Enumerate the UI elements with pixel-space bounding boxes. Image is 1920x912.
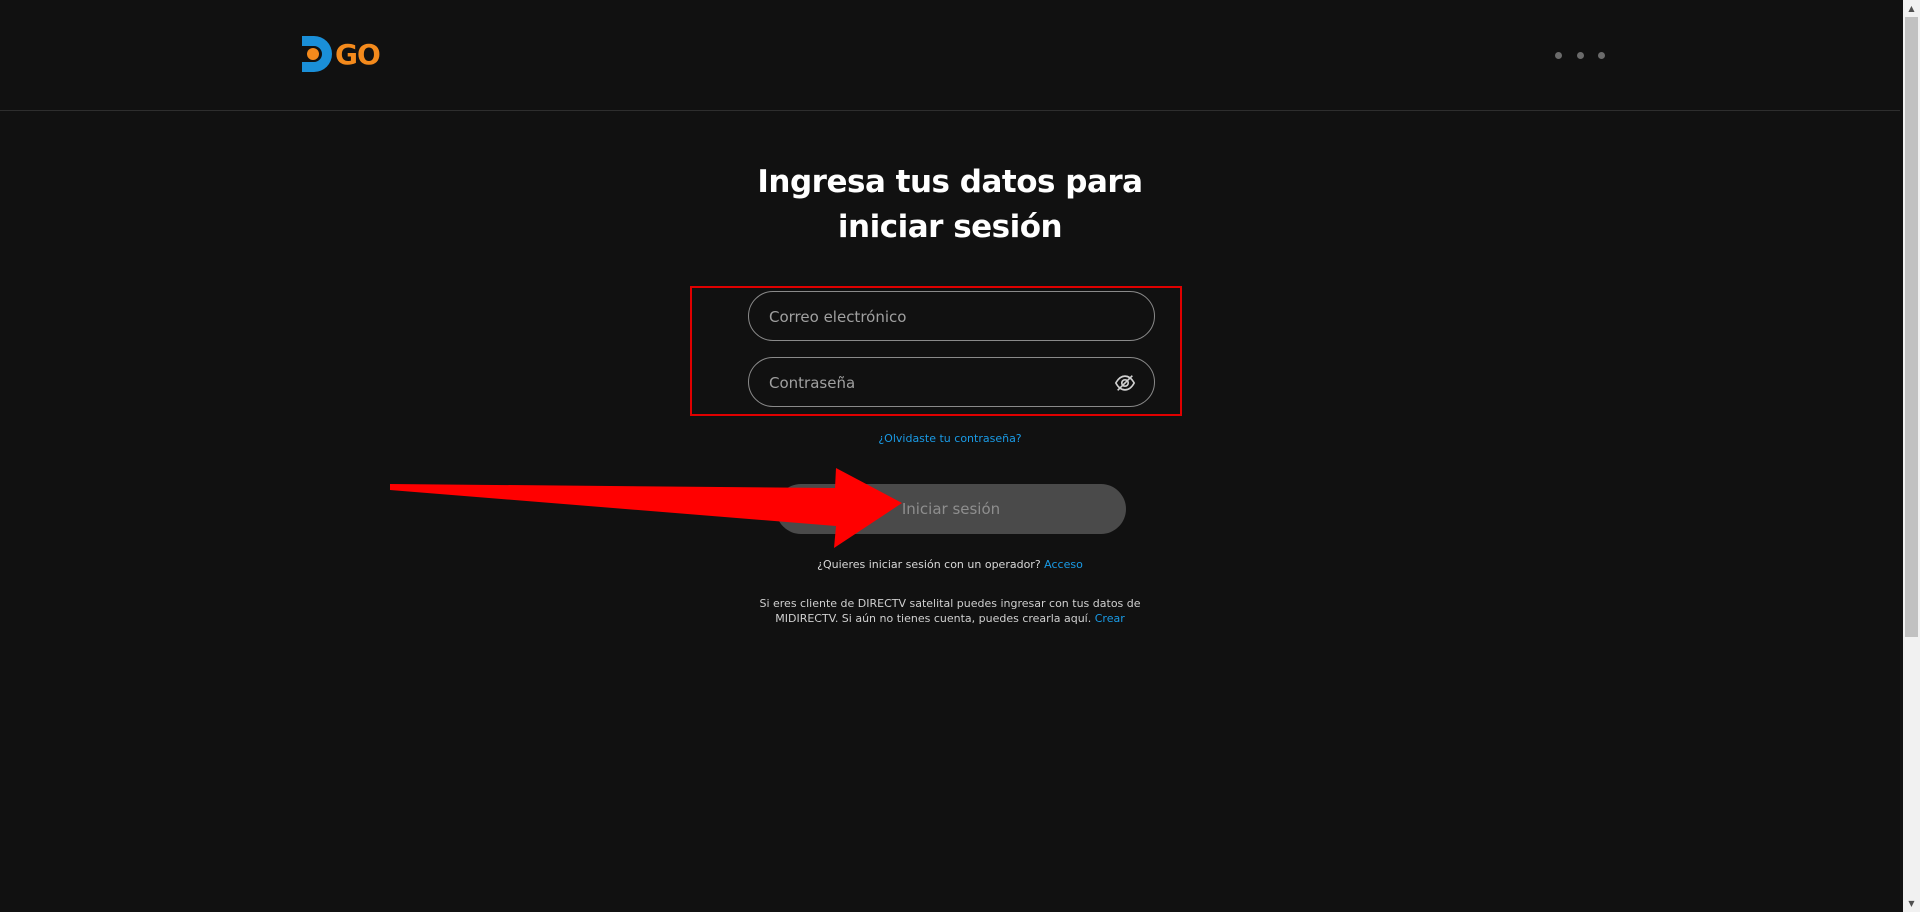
title-line-1: Ingresa tus datos para <box>757 164 1143 200</box>
operator-question: ¿Quieres iniciar sesión con un operador? <box>817 558 1041 571</box>
create-account-link[interactable]: Crear <box>1095 612 1125 625</box>
scroll-down-arrow-icon[interactable]: ▼ <box>1903 895 1920 912</box>
more-horizontal-icon <box>1598 51 1605 59</box>
more-menu-button[interactable] <box>1555 45 1605 65</box>
annotation-arrow <box>390 468 902 548</box>
forgot-password-link[interactable]: ¿Olvidaste tu contraseña? <box>750 432 1150 445</box>
dgo-d-icon <box>302 36 332 72</box>
login-page: GO Ingresa tus datos para iniciar sesión… <box>0 0 1920 912</box>
logo-text: GO <box>335 37 381 71</box>
page-title: Ingresa tus datos para iniciar sesión <box>660 160 1240 250</box>
top-header: GO <box>0 0 1900 111</box>
more-horizontal-icon <box>1576 51 1584 59</box>
directv-note: Si eres cliente de DIRECTV satelital pue… <box>740 596 1160 626</box>
vertical-scrollbar[interactable]: ▲ ▼ <box>1903 0 1920 912</box>
scrollbar-thumb[interactable] <box>1905 17 1918 637</box>
operator-login-text: ¿Quieres iniciar sesión con un operador?… <box>650 558 1250 571</box>
directv-note-text: Si eres cliente de DIRECTV satelital pue… <box>759 597 1141 625</box>
dgo-logo[interactable]: GO <box>300 34 381 74</box>
operator-access-link[interactable]: Acceso <box>1044 558 1083 571</box>
title-line-2: iniciar sesión <box>837 209 1063 245</box>
annotation-highlight-box <box>690 286 1182 416</box>
more-horizontal-icon <box>1555 51 1562 59</box>
scroll-up-arrow-icon[interactable]: ▲ <box>1903 0 1920 17</box>
login-button[interactable]: Iniciar sesión <box>776 484 1126 534</box>
